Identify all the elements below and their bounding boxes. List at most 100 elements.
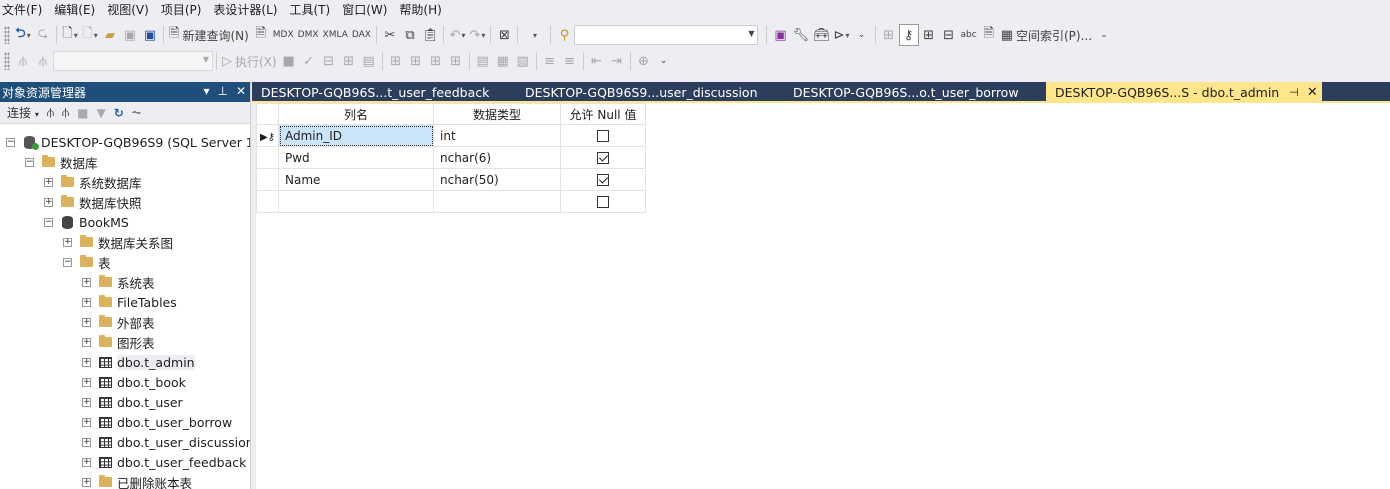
increase-indent-button[interactable]: ⇥ <box>607 50 627 72</box>
specify-template-values-button[interactable]: ⊕ <box>634 50 654 72</box>
tree-node-graph-tables[interactable]: + 图形表 <box>82 332 155 352</box>
allow-null-cell[interactable] <box>560 124 646 147</box>
results-to-file-button[interactable]: ▧ <box>513 50 533 72</box>
tree-node-t-admin[interactable]: + dbo.t_admin <box>82 352 195 372</box>
tree-node-bookms[interactable]: − BookMS <box>44 212 129 232</box>
toolbar-overflow-button[interactable]: ⌄ <box>852 24 872 46</box>
expand-icon[interactable]: + <box>82 397 91 407</box>
dmx-query-button[interactable]: DMX <box>296 24 321 46</box>
allow-null-checkbox[interactable] <box>597 130 609 142</box>
command-window-button[interactable]: ⊳ ▾ <box>832 24 852 46</box>
client-stats-button[interactable]: ⊞ <box>446 50 466 72</box>
cut-button[interactable]: ✂ <box>380 24 400 46</box>
decrease-indent-button[interactable]: ⇤ <box>587 50 607 72</box>
tree-node-databases[interactable]: − 数据库 <box>25 152 98 172</box>
row-selector[interactable]: ▶⚷ <box>256 124 279 147</box>
tree-node-t-book[interactable]: + dbo.t_book <box>82 372 186 392</box>
tree-node-t-user[interactable]: + dbo.t_user <box>82 392 183 412</box>
back-button[interactable]: ⮌ ▾ <box>13 24 33 46</box>
query-designer-button[interactable]: ⊞ <box>339 50 359 72</box>
tab-t-user-borrow[interactable]: DESKTOP-GQB96S...o.t_user_borrow <box>784 82 1046 102</box>
row-selector[interactable] <box>256 168 279 191</box>
manage-xml-indexes-button[interactable]: ⊟ <box>939 24 959 46</box>
parse-button[interactable]: ✓ <box>299 50 319 72</box>
connect-button[interactable]: ⫛ <box>13 50 33 72</box>
tree-node-t-user-feedback[interactable]: + dbo.t_user_feedback <box>82 452 246 472</box>
new-query-button[interactable]: 🗎 新建查询(N) <box>167 24 251 46</box>
forward-button[interactable]: ⮎ <box>33 24 53 46</box>
allow-null-checkbox[interactable] <box>597 196 609 208</box>
expand-icon[interactable]: + <box>82 357 91 367</box>
xmla-query-button[interactable]: XMLA <box>321 24 350 46</box>
expand-icon[interactable]: + <box>44 197 53 207</box>
menu-edit[interactable]: 编辑(E) <box>52 0 105 21</box>
menu-help[interactable]: 帮助(H) <box>397 0 451 21</box>
manage-fulltext-button[interactable]: abc <box>959 24 979 46</box>
allow-null-checkbox[interactable] <box>597 152 609 164</box>
column-name-header[interactable]: 列名 <box>278 103 434 125</box>
save-button[interactable]: ▣ <box>120 24 140 46</box>
collapse-icon[interactable]: − <box>6 137 15 147</box>
refresh-icon[interactable]: ↻ <box>111 106 127 120</box>
relationships-button[interactable]: ⊞ <box>879 24 899 46</box>
new-project-button[interactable]: 🗋 ▾ <box>60 24 80 46</box>
comment-button[interactable]: ≡ <box>540 50 560 72</box>
window-menu-icon[interactable]: ▾ <box>203 84 209 98</box>
tab-t-user-feedback[interactable]: DESKTOP-GQB96S...t_user_feedback <box>252 82 516 102</box>
menu-table-designer[interactable]: 表设计器(L) <box>211 0 287 21</box>
data-type-cell[interactable] <box>433 190 561 213</box>
tree-node-server[interactable]: − DESKTOP-GQB96S9 (SQL Server 16 <box>6 132 250 152</box>
table-row[interactable]: Pwd nchar(6) <box>256 146 646 169</box>
tree-node-system-tables[interactable]: + 系统表 <box>82 272 155 292</box>
tab-t-admin[interactable]: DESKTOP-GQB96S...S - dbo.t_admin ⊣ ✕ <box>1046 82 1322 102</box>
results-to-grid-button[interactable]: ▦ <box>493 50 513 72</box>
close-icon[interactable]: ✕ <box>1307 85 1318 100</box>
menu-window[interactable]: 窗口(W) <box>340 0 397 21</box>
pin-icon[interactable]: ⊣ <box>1289 86 1299 99</box>
menu-view[interactable]: 视图(V) <box>105 0 159 21</box>
tree-node-tables[interactable]: − 表 <box>63 252 111 272</box>
data-type-cell[interactable]: int <box>433 124 561 147</box>
solution-config-dropdown[interactable]: ▾ <box>521 24 547 46</box>
find-in-files-button[interactable]: ⚲ <box>554 24 574 46</box>
row-selector[interactable] <box>256 190 279 213</box>
row-selector[interactable] <box>256 146 279 169</box>
expand-icon[interactable]: + <box>44 177 53 187</box>
mdx-query-button[interactable]: MDX <box>271 24 296 46</box>
table-row[interactable] <box>256 190 646 213</box>
toolbox-button[interactable]: 🧰︎ <box>811 24 832 46</box>
stop-icon[interactable]: ■ <box>74 106 91 120</box>
tree-node-t-user-borrow[interactable]: + dbo.t_user_borrow <box>82 412 232 432</box>
expand-icon[interactable]: + <box>82 417 91 427</box>
allow-null-cell[interactable] <box>560 168 646 191</box>
expand-icon[interactable]: + <box>82 457 91 467</box>
allow-null-header[interactable]: 允许 Null 值 <box>560 103 646 125</box>
expand-icon[interactable]: + <box>82 337 91 347</box>
open-file-button[interactable]: ▰ <box>100 24 120 46</box>
dax-query-button[interactable]: DAX <box>350 24 373 46</box>
tree-node-filetables[interactable]: + FileTables <box>82 292 177 312</box>
pin-icon[interactable]: ⊥ <box>217 84 227 98</box>
properties-button[interactable]: 🔧︎ <box>790 24 811 46</box>
expand-icon[interactable]: + <box>63 237 72 247</box>
collapse-icon[interactable]: − <box>63 257 72 267</box>
connect-dropdown[interactable]: 连接 ▾ <box>4 104 42 121</box>
tree-node-system-databases[interactable]: + 系统数据库 <box>44 172 142 192</box>
tab-t-user-discussion[interactable]: DESKTOP-GQB96S9...user_discussion <box>516 82 784 102</box>
menu-project[interactable]: 项目(P) <box>159 0 212 21</box>
data-type-cell[interactable]: nchar(50) <box>433 168 561 191</box>
expand-icon[interactable]: + <box>82 477 91 487</box>
save-all-button[interactable]: ▣ <box>140 24 160 46</box>
available-databases-combobox[interactable]: ▼ <box>53 51 213 71</box>
tree-node-database-diagrams[interactable]: + 数据库关系图 <box>63 232 173 252</box>
find-combobox[interactable]: ▼ <box>574 25 759 45</box>
allow-null-checkbox[interactable] <box>597 174 609 186</box>
expand-icon[interactable]: + <box>82 437 91 447</box>
expand-icon[interactable]: + <box>82 317 91 327</box>
toolbar-grip[interactable] <box>4 26 10 44</box>
table-row[interactable]: ▶⚷ Admin_ID int <box>256 124 646 147</box>
uncomment-button[interactable]: ≡ <box>560 50 580 72</box>
allow-null-cell[interactable] <box>560 146 646 169</box>
add-item-button[interactable]: 🗋 ▾ <box>80 24 100 46</box>
tree-node-dropped-ledger-tables[interactable]: + 已删除账本表 <box>82 472 192 489</box>
